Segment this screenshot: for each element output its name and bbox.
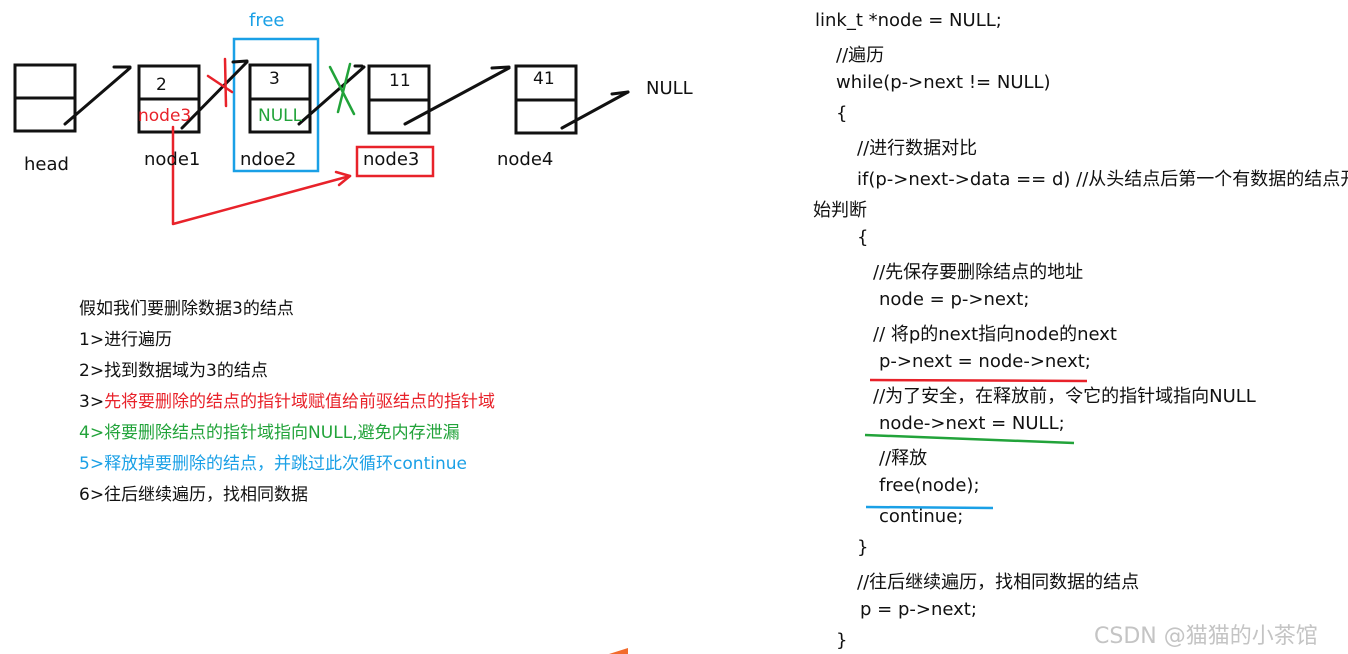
steps-intro: 假如我们要删除数据3的结点 — [79, 299, 294, 319]
step-1: 1>进行遍历 — [79, 325, 495, 356]
step-2: 2>找到数据域为3的结点 — [79, 356, 495, 387]
step-text: 往后继续遍历，找相同数据 — [104, 485, 309, 505]
code-line: { — [857, 227, 869, 248]
code-line: p->next = node->next; — [879, 351, 1091, 372]
node-label-ndoe2: ndoe2 — [240, 149, 297, 170]
code-line: p = p->next; — [860, 599, 977, 620]
node-box-head — [13, 63, 77, 133]
free-label: free — [249, 10, 285, 31]
step-prefix: 5> — [79, 454, 105, 474]
node3-data: 11 — [389, 71, 411, 91]
code-line: //进行数据对比 — [857, 138, 978, 159]
step-prefix: 6> — [79, 485, 105, 505]
code-line: 始判断 — [813, 200, 867, 221]
ndoe2-next-text: NULL — [258, 106, 303, 126]
red-reroute-arrow — [171, 125, 352, 226]
step-prefix: 4> — [79, 423, 105, 443]
node1-data: 2 — [156, 75, 167, 95]
code-line: free(node); — [879, 475, 980, 496]
csdn-watermark: CSDN @猫猫的小茶馆 — [1094, 624, 1318, 649]
step-prefix: 3> — [79, 392, 105, 412]
step-prefix: 1> — [79, 330, 105, 350]
code-line: // 将p的next指向node的next — [873, 324, 1117, 345]
step-text: 将要删除结点的指针域指向NULL,避免内存泄漏 — [104, 423, 460, 443]
node4-data: 41 — [533, 69, 555, 89]
node-label-node3: node3 — [363, 149, 420, 170]
step-text: 进行遍历 — [104, 330, 173, 350]
arrow-node1-to-ndoe2 — [180, 59, 249, 130]
arrow-node3-to-node4 — [403, 65, 511, 126]
ndoe2-data: 3 — [269, 69, 280, 89]
code-line: //往后继续遍历，找相同数据的结点 — [857, 572, 1140, 593]
step-3: 3>先将要删除的结点的指针域赋值给前驱结点的指针域 — [79, 387, 495, 418]
node-label-node1: node1 — [144, 149, 201, 170]
node-label-node4: node4 — [497, 149, 554, 170]
code-line: } — [836, 630, 848, 651]
code-line: node->next = NULL; — [879, 413, 1065, 434]
code-line: //先保存要删除结点的地址 — [873, 262, 1084, 283]
code-line: link_t *node = NULL; — [815, 10, 1002, 31]
step-4: 4>将要删除结点的指针域指向NULL,避免内存泄漏 — [79, 418, 495, 449]
node1-next-text: node3 — [138, 106, 192, 126]
orange-fragment-mark — [609, 648, 628, 654]
step-5: 5>释放掉要删除的结点，并跳过此次循环continue — [79, 449, 495, 480]
code-line: } — [857, 537, 869, 558]
code-line: node = p->next; — [879, 289, 1030, 310]
node-label-head: head — [24, 154, 69, 175]
step-text: 找到数据域为3的结点 — [104, 361, 268, 381]
code-line: continue; — [879, 506, 964, 527]
step-text: 释放掉要删除的结点，并跳过此次循环continue — [104, 454, 467, 474]
arrow-node4-to-null — [560, 90, 630, 130]
deletion-steps: 假如我们要删除数据3的结点 1>进行遍历 2>找到数据域为3的结点 3>先将要删… — [79, 294, 495, 511]
code-line: //为了安全，在释放前，令它的指针域指向NULL — [873, 386, 1256, 407]
code-line: //遍历 — [836, 45, 885, 66]
code-line: { — [836, 103, 848, 124]
step-6: 6>往后继续遍历，找相同数据 — [79, 480, 495, 511]
code-line: while(p->next != NULL) — [836, 72, 1051, 93]
null-end-label: NULL — [646, 78, 693, 99]
code-line: //释放 — [879, 448, 928, 469]
step-text: 先将要删除的结点的指针域赋值给前驱结点的指针域 — [104, 392, 496, 412]
step-prefix: 2> — [79, 361, 105, 381]
green-cross-mark — [328, 62, 356, 116]
code-line: if(p->next->data == d) //从头结点后第一个有数据的结点开 — [857, 169, 1348, 190]
